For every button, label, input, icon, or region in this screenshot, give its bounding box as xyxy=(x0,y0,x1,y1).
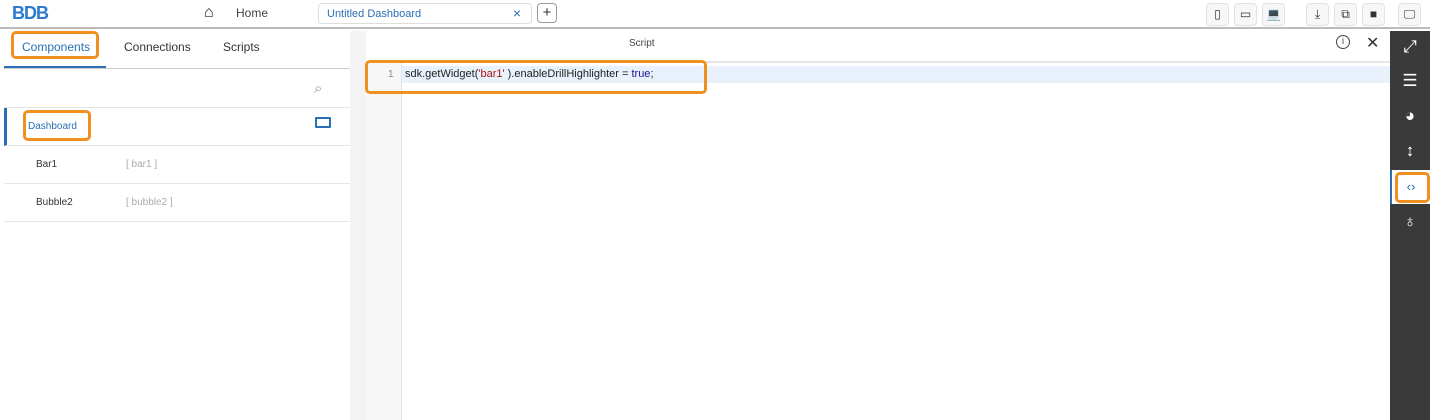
download-icon[interactable]: ⤓ xyxy=(1306,3,1329,26)
home-icon[interactable]: ⌂ xyxy=(204,4,214,22)
logo: BDB xyxy=(12,3,49,23)
close-icon[interactable]: ✕ xyxy=(1366,33,1379,53)
tab-components[interactable]: Components xyxy=(22,40,90,54)
database-icon[interactable]: ☰ xyxy=(1390,64,1430,98)
list-item[interactable]: Bubble2 [ bubble2 ] xyxy=(4,184,350,222)
preview-icon[interactable]: 🖵 xyxy=(1398,3,1421,26)
search-icon[interactable]: ⌕ xyxy=(314,80,322,97)
line-gutter xyxy=(366,62,402,420)
component-id: [ bubble2 ] xyxy=(126,197,173,208)
tab-scripts[interactable]: Scripts xyxy=(223,40,260,54)
list-item[interactable]: Bar1 [ bar1 ] xyxy=(4,146,350,184)
tab-connections[interactable]: Connections xyxy=(124,40,191,54)
left-panel: Components Connections Scripts ⌕ Dashboa… xyxy=(0,31,350,420)
dashboard-label: Dashboard xyxy=(28,121,77,132)
pie-chart-icon[interactable]: ◕ xyxy=(1390,99,1430,133)
component-name: Bubble2 xyxy=(36,197,73,208)
close-icon[interactable]: × xyxy=(513,5,521,21)
component-name: Bar1 xyxy=(36,159,58,170)
highlight-box xyxy=(1395,172,1430,203)
tab-untitled-dashboard[interactable]: Untitled Dashboard × xyxy=(318,3,532,24)
component-id: [ bar1 ] xyxy=(126,159,158,170)
info-icon[interactable]: i xyxy=(1336,35,1350,49)
home-link[interactable]: Home xyxy=(236,6,268,20)
lightbulb-icon[interactable]: ♁ xyxy=(1390,205,1430,239)
properties-icon[interactable]: ↕ xyxy=(1390,134,1430,168)
add-tab-button[interactable]: + xyxy=(537,3,557,23)
expand-icon[interactable]: ⤢ xyxy=(1390,30,1430,64)
script-title: Script xyxy=(629,38,655,49)
mobile-icon[interactable]: ▯ xyxy=(1206,3,1229,26)
save-icon[interactable]: ■ xyxy=(1362,3,1385,26)
list-item-dashboard[interactable]: Dashboard xyxy=(4,108,350,146)
laptop-icon[interactable]: 💻 xyxy=(1262,3,1285,26)
copy-icon[interactable]: ⧉ xyxy=(1334,3,1357,26)
tablet-icon[interactable]: ▭ xyxy=(1234,3,1257,26)
edit-screen-icon[interactable] xyxy=(315,117,331,128)
divider xyxy=(4,68,350,69)
splitter[interactable] xyxy=(350,31,366,420)
highlight-box xyxy=(365,60,707,94)
tab-label: Untitled Dashboard xyxy=(327,8,422,20)
